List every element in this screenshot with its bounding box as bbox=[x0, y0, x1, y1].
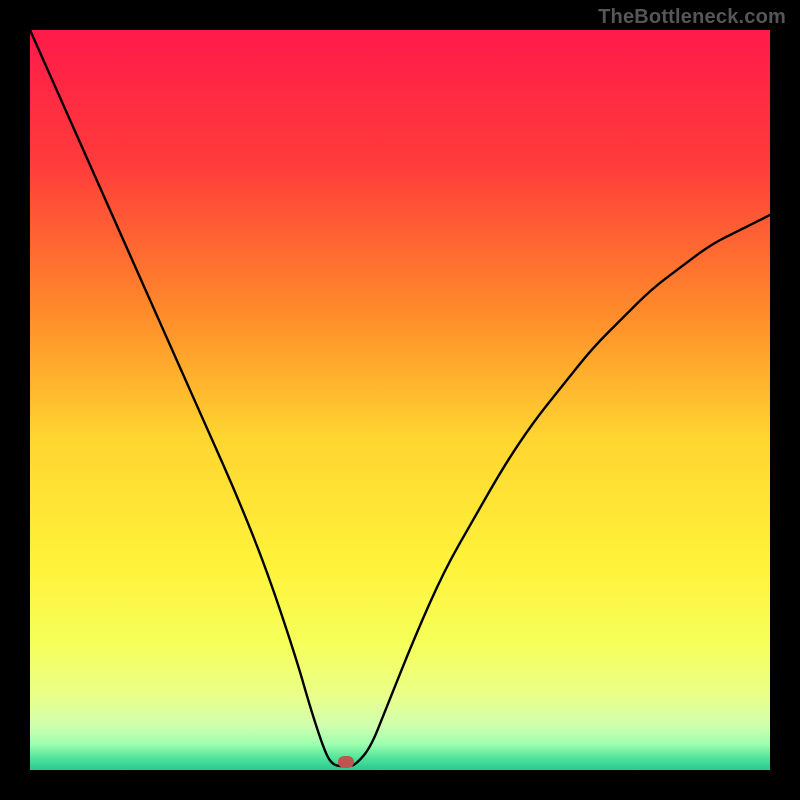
chart-svg bbox=[30, 30, 770, 770]
watermark-label: TheBottleneck.com bbox=[598, 6, 786, 29]
chart-container: TheBottleneck.com bbox=[0, 0, 800, 800]
plot-area bbox=[30, 30, 770, 770]
optimum-marker bbox=[338, 756, 354, 768]
